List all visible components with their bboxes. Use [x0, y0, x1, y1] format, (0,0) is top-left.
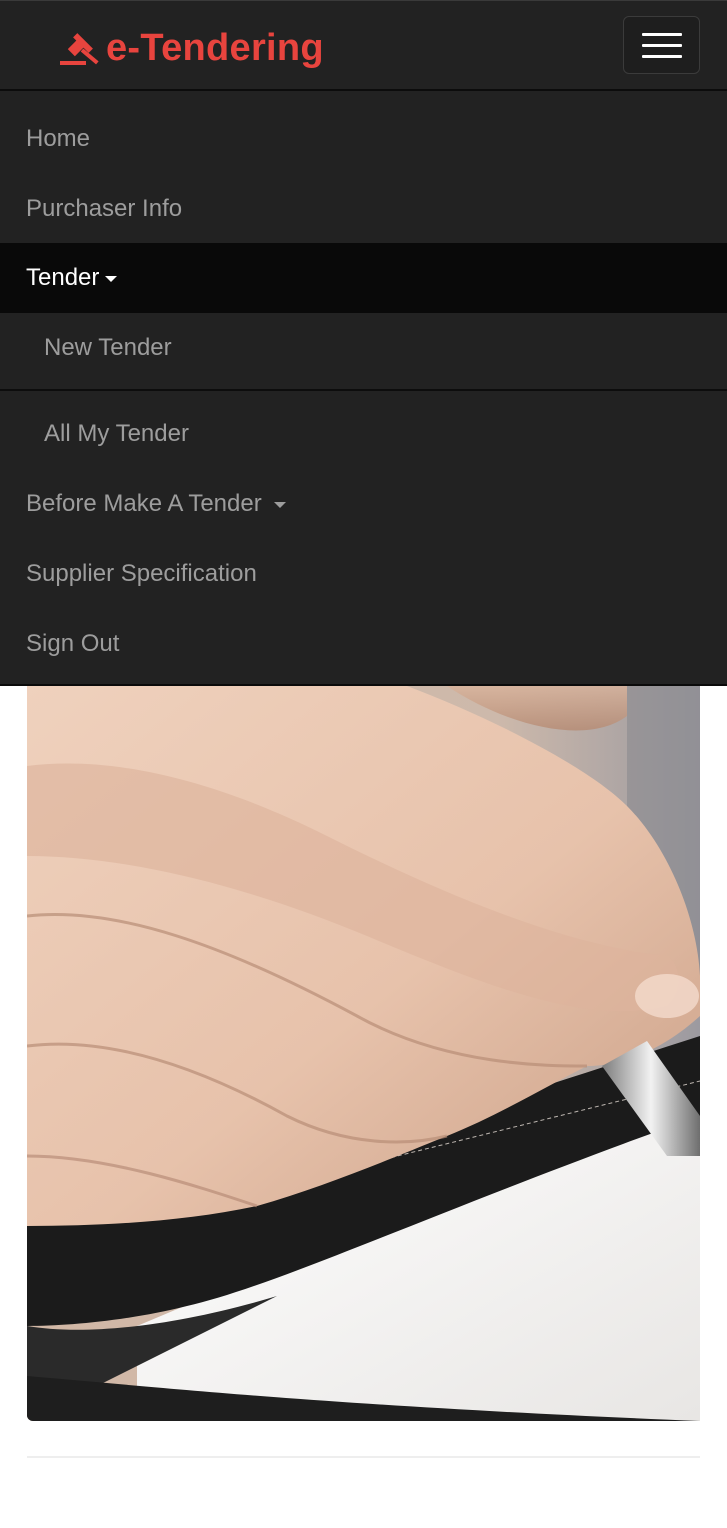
nav-item-sign-out[interactable]: Sign Out	[0, 609, 727, 679]
hamburger-bar	[642, 55, 682, 58]
caret-down-icon	[273, 501, 286, 508]
page: e-Tendering Home Purchaser Info Tender N…	[0, 0, 727, 1528]
nav-item-home[interactable]: Home	[0, 104, 727, 174]
navbar: e-Tendering	[0, 0, 727, 91]
gavel-icon	[60, 33, 99, 65]
hamburger-menu-icon	[642, 33, 682, 36]
hamburger-bar	[642, 44, 682, 47]
nav-menu: Home Purchaser Info Tender New Tender Al…	[0, 91, 727, 686]
nav-item-label: Sign Out	[26, 630, 120, 657]
section-divider	[27, 1456, 700, 1458]
nav-item-label: Before Make A Tender	[26, 490, 262, 517]
brand-link[interactable]: e-Tendering	[60, 25, 324, 71]
dropdown-item-new-tender[interactable]: New Tender	[0, 313, 727, 383]
nav-item-purchaser-info[interactable]: Purchaser Info	[0, 174, 727, 244]
nav-item-label: Home	[26, 125, 91, 152]
dropdown-item-all-my-tender[interactable]: All My Tender	[0, 399, 727, 469]
nav-item-label: Supplier Specification	[26, 560, 257, 587]
nav-item-before-make-a-tender-dropdown[interactable]: Before Make A Tender	[0, 469, 727, 539]
caret-down-icon	[105, 275, 118, 282]
nav-item-label: Tender	[26, 264, 100, 291]
dropdown-item-label: All My Tender	[44, 420, 189, 447]
dropdown-divider	[0, 389, 727, 391]
hero-image	[27, 686, 700, 1421]
nav-item-supplier-specification[interactable]: Supplier Specification	[0, 539, 727, 609]
brand-name: e-Tendering	[106, 27, 324, 69]
hand-signing-document-photo	[27, 686, 700, 1421]
nav-item-tender-dropdown[interactable]: Tender	[0, 243, 727, 313]
dropdown-item-label: New Tender	[44, 334, 172, 361]
navbar-toggle-button[interactable]	[623, 16, 700, 74]
nav-item-label: Purchaser Info	[26, 195, 183, 222]
